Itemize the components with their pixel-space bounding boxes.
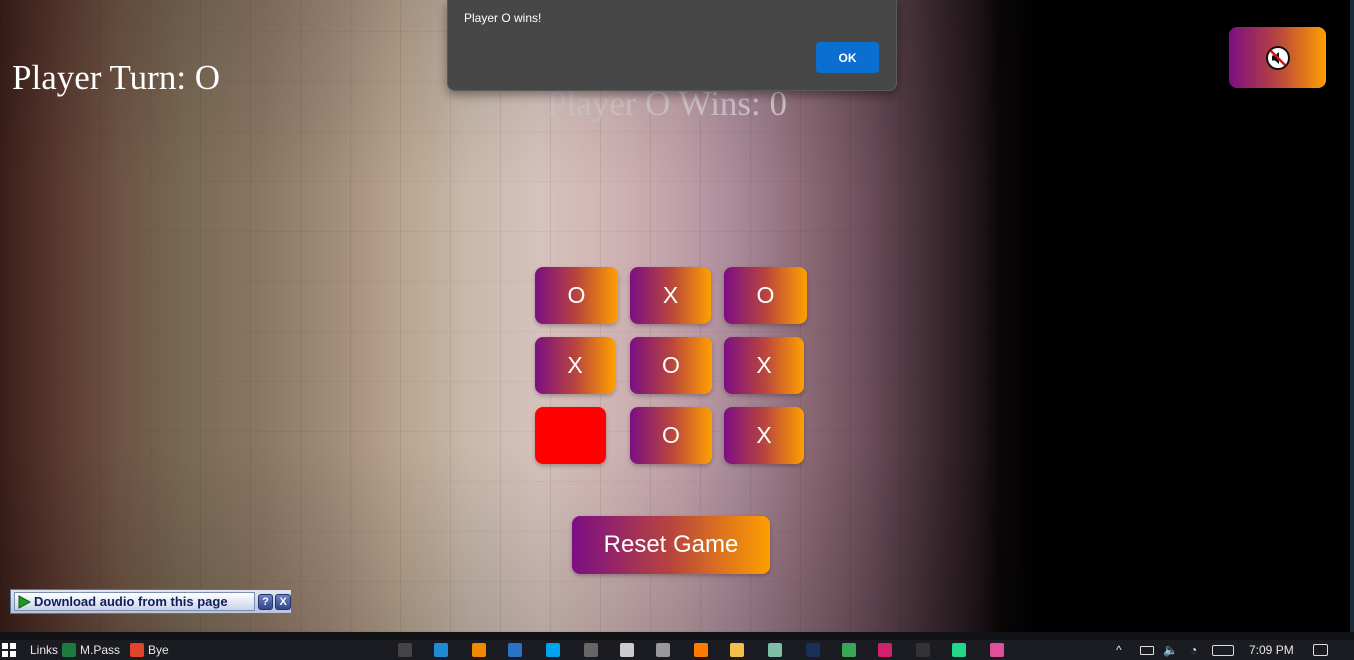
mpass-shortcut[interactable]: M.Pass [62, 640, 120, 660]
board-cell-3[interactable]: O [724, 267, 807, 324]
chrome-canary-icon[interactable] [842, 640, 856, 660]
skype-icon-glyph [546, 643, 560, 657]
close-button[interactable]: X [275, 593, 291, 610]
file-explorer-icon-glyph [730, 643, 744, 657]
photoshop-icon-glyph [806, 643, 820, 657]
edge-icon[interactable] [434, 640, 448, 660]
app-cube-icon-glyph [878, 643, 892, 657]
app-colorful-icon[interactable] [990, 640, 1004, 660]
battery-icon[interactable] [1140, 640, 1154, 660]
taskbar: Links M.Pass Bye ^ 🔈 ◔ 7:09 PM [0, 640, 1354, 660]
tray-chevron-icon[interactable]: ^ [1116, 640, 1122, 660]
board-cell-1[interactable]: O [535, 267, 618, 324]
speaker-muted-icon [1265, 45, 1290, 70]
pycharm-icon[interactable] [952, 640, 966, 660]
board-cell-5[interactable]: O [630, 337, 712, 394]
keyboard-icon-glyph [584, 643, 598, 657]
ok-button[interactable]: OK [816, 42, 879, 73]
alert-dialog: Player O wins! OK [447, 0, 897, 91]
windows-logo-icon [2, 643, 16, 657]
edge-icon-glyph [434, 643, 448, 657]
board-cell-2[interactable]: X [630, 267, 711, 324]
app-colorful-icon-glyph [990, 643, 1004, 657]
links-toolbar[interactable]: Links [30, 640, 58, 660]
media-player-icon-glyph [656, 643, 670, 657]
settings-icon[interactable] [620, 640, 634, 660]
reset-game-button[interactable]: Reset Game [572, 516, 770, 574]
pycharm-icon-glyph [952, 643, 966, 657]
start-button[interactable] [2, 640, 16, 660]
terminal-icon-glyph [398, 643, 412, 657]
board-cell-8[interactable]: O [630, 407, 712, 464]
notifications-icon[interactable] [1313, 640, 1328, 660]
alert-message: Player O wins! [464, 11, 542, 25]
download-audio-bar: Download audio from this page ? X [10, 589, 292, 614]
outlook-icon[interactable] [508, 640, 522, 660]
sublime-icon-glyph [694, 643, 708, 657]
keyboard-icon[interactable] [584, 640, 598, 660]
chatgpt-icon-glyph [768, 643, 782, 657]
player-turn-label: Player Turn: O [12, 58, 221, 97]
cmd-icon[interactable] [916, 640, 930, 660]
mpass-label: M.Pass [80, 643, 121, 657]
keyboard-tray-icon[interactable] [1212, 640, 1234, 660]
window-bottom-edge [0, 632, 1354, 640]
file-explorer-icon[interactable] [730, 640, 744, 660]
vlc-icon-glyph [472, 643, 486, 657]
mute-button[interactable] [1229, 27, 1326, 88]
download-audio-button[interactable]: Download audio from this page [14, 592, 255, 611]
help-button[interactable]: ? [257, 593, 274, 610]
chatgpt-icon[interactable] [768, 640, 782, 660]
board-cell-6[interactable]: X [724, 337, 804, 394]
app-cube-icon[interactable] [878, 640, 892, 660]
vlc-icon[interactable] [472, 640, 486, 660]
wifi-icon[interactable]: ◔ [1190, 640, 1197, 660]
board-cell-9[interactable]: X [724, 407, 804, 464]
download-audio-label: Download audio from this page [34, 594, 228, 609]
bye-label: Bye [148, 643, 169, 657]
skype-icon[interactable] [546, 640, 560, 660]
photoshop-icon[interactable] [806, 640, 820, 660]
window-frame [1350, 0, 1354, 640]
clock[interactable]: 7:09 PM [1249, 640, 1294, 660]
board-cell-7[interactable] [535, 407, 606, 464]
power-icon [130, 643, 144, 657]
game-page: Player Turn: O Player O Wins: 0 OXOXOXOX… [0, 0, 1350, 632]
outlook-icon-glyph [508, 643, 522, 657]
sublime-icon[interactable] [694, 640, 708, 660]
settings-icon-glyph [620, 643, 634, 657]
media-player-icon[interactable] [656, 640, 670, 660]
excel-icon [62, 643, 76, 657]
play-icon [18, 594, 31, 609]
chrome-canary-icon-glyph [842, 643, 856, 657]
board-cell-4[interactable]: X [535, 337, 615, 394]
terminal-icon[interactable] [398, 640, 412, 660]
cmd-icon-glyph [916, 643, 930, 657]
bye-shortcut[interactable]: Bye [130, 640, 169, 660]
volume-icon[interactable]: 🔈 [1163, 640, 1178, 660]
